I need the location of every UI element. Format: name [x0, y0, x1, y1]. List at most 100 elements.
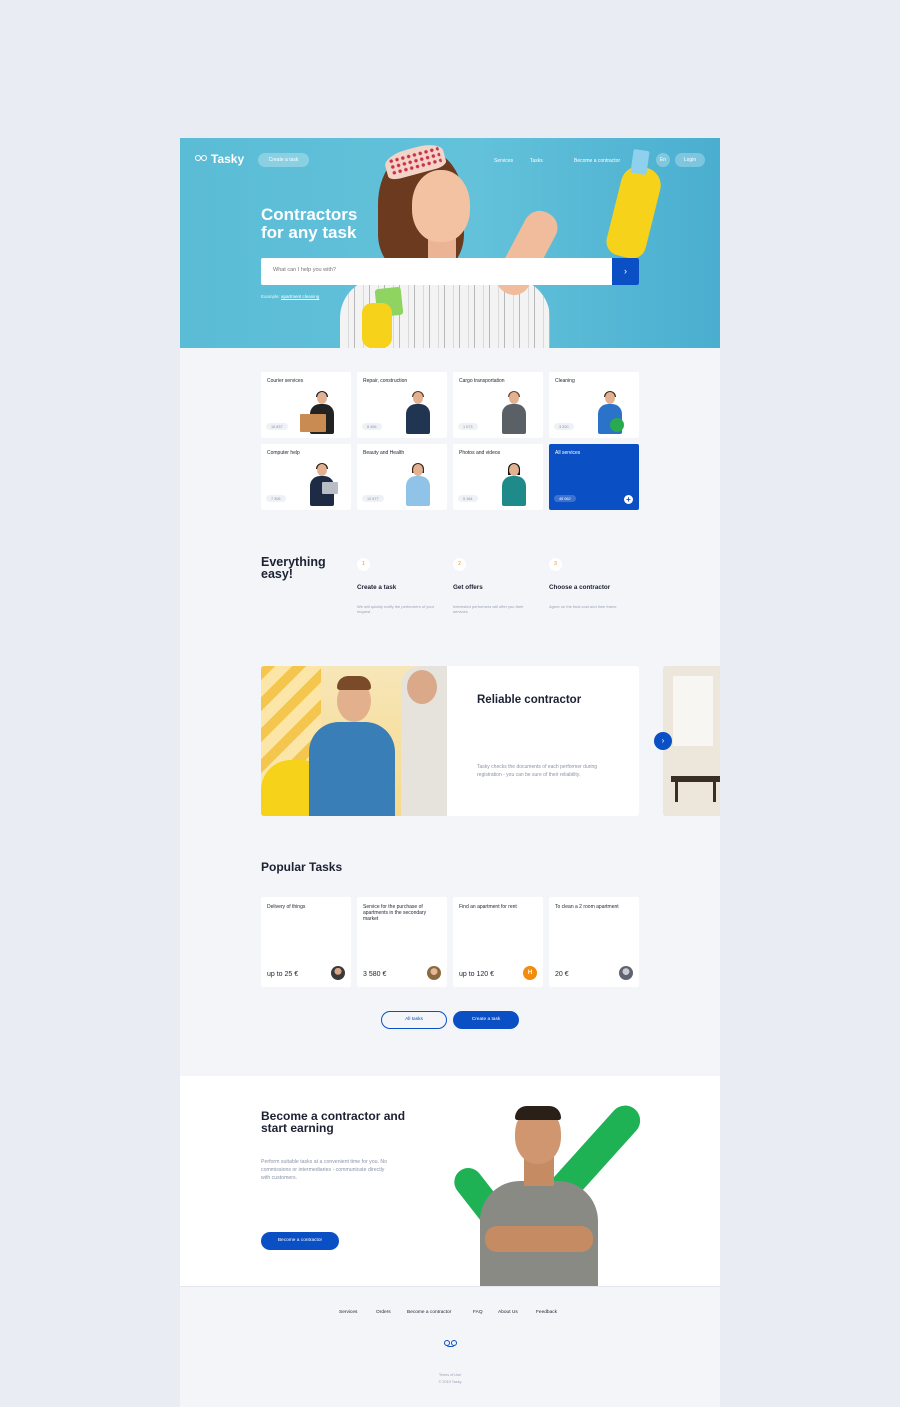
- reliable-title: Reliable contractor: [477, 694, 582, 706]
- example-link[interactable]: apartment cleaning: [281, 294, 319, 299]
- hero-woman-face: [412, 170, 470, 242]
- step-get-offers: 2 Get offers Interested performers will …: [453, 558, 533, 614]
- handshake-photo: [261, 666, 447, 816]
- category-label: Repair, construction: [363, 378, 408, 384]
- search-submit-button[interactable]: ›: [612, 258, 639, 285]
- become-contractor-section: Become a contractor and start earning Pe…: [180, 1076, 720, 1286]
- category-count: 8 456: [362, 423, 382, 430]
- step-title: Choose a contractor: [549, 584, 611, 591]
- search-input[interactable]: [273, 267, 593, 273]
- footer-link-feedback[interactable]: Feedback: [536, 1310, 557, 1315]
- step-description: Interested performers will offer you the…: [453, 604, 524, 614]
- task-price: 20 €: [555, 971, 569, 978]
- step-description: We will quickly notify the performers of…: [357, 604, 435, 614]
- nav-services[interactable]: Services: [494, 158, 513, 164]
- brand-logo[interactable]: Tasky: [195, 152, 244, 166]
- task-price: up to 120 €: [459, 971, 495, 978]
- login-button[interactable]: Login: [675, 153, 705, 167]
- category-label: Cleaning: [555, 378, 575, 384]
- hero-woman-arm: [490, 205, 564, 301]
- reliable-contractor-card: Reliable contractor Tasky checks the doc…: [261, 666, 639, 816]
- hero-title-line2: for any task: [261, 223, 357, 242]
- task-title: To clean a 2 room apartment: [555, 904, 619, 910]
- task-card[interactable]: To clean a 2 room apartment 20 €: [549, 897, 639, 987]
- hero: Tasky Create a task Services Tasks Becom…: [180, 138, 720, 348]
- create-task-button[interactable]: Create a task: [258, 153, 309, 167]
- computer-worker-image: [308, 463, 338, 506]
- task-card[interactable]: Service for the purchase of apartments i…: [357, 897, 447, 987]
- footer-link-faq[interactable]: FAQ: [473, 1310, 483, 1315]
- step-create-task: 1 Create a task We will quickly notify t…: [357, 558, 437, 614]
- tasky-logo-icon: [195, 154, 207, 164]
- task-card[interactable]: Find an apartment for rent up to 120 € H: [453, 897, 543, 987]
- become-text: Perform suitable tasks at a convenient t…: [261, 1159, 387, 1181]
- footer-link-about[interactable]: About Us: [498, 1310, 518, 1315]
- cargo-worker-image: [500, 391, 528, 434]
- task-card[interactable]: Delivery of things up to 25 €: [261, 897, 351, 987]
- terms-link[interactable]: Terms of Use: [180, 1373, 720, 1377]
- step-choose-contractor: 3 Choose a contractor Agree on the final…: [549, 558, 629, 609]
- category-count: 1 073: [458, 423, 478, 430]
- become-title: Become a contractor and start earning: [261, 1109, 406, 1135]
- carousel-next-button[interactable]: ›: [654, 732, 672, 750]
- footer-link-become-contractor[interactable]: Become a contractor: [407, 1310, 451, 1315]
- category-count: 3 200: [554, 423, 574, 430]
- task-price: up to 25 €: [267, 971, 299, 978]
- copyright: © 2019 Tasky: [438, 1380, 462, 1384]
- footer-link-services[interactable]: Services: [339, 1310, 357, 1315]
- hero-title-line1: Contractors: [261, 205, 358, 224]
- category-repair-construction[interactable]: Repair, construction 8 456: [357, 372, 447, 438]
- task-title: Find an apartment for rent: [459, 904, 517, 910]
- hero-sponge-right: [630, 149, 650, 175]
- category-label: All services: [555, 450, 581, 456]
- nav-become-contractor[interactable]: Become a contractor: [574, 158, 620, 164]
- create-task-button-secondary[interactable]: Create a task: [453, 1011, 519, 1029]
- step-title: Get offers: [453, 584, 483, 591]
- category-beauty-health[interactable]: Beauty and Health 12 677: [357, 444, 447, 510]
- example-prefix: Example:: [261, 294, 280, 299]
- category-label: Photos and videos: [459, 450, 501, 456]
- photo-worker-image: [500, 463, 528, 506]
- category-count: 7 306: [266, 495, 286, 502]
- language-switch[interactable]: En: [656, 153, 670, 167]
- category-label: Computer help: [267, 450, 300, 456]
- category-label: Beauty and Health: [363, 450, 405, 456]
- category-cleaning[interactable]: Cleaning 3 200: [549, 372, 639, 438]
- section-title-easy: Everything easy!: [261, 555, 326, 581]
- category-photos-videos[interactable]: Photos and videos 5 164: [453, 444, 543, 510]
- all-tasks-button[interactable]: All tasks: [381, 1011, 447, 1029]
- category-courier-services[interactable]: Courier services 16 837: [261, 372, 351, 438]
- chevron-right-icon: ›: [624, 266, 627, 276]
- plus-icon[interactable]: +: [624, 495, 633, 504]
- step-number: 1: [357, 558, 370, 571]
- brand-name: Tasky: [211, 152, 245, 166]
- hero-glove-left: [362, 303, 392, 348]
- hero-title: Contractors for any task: [261, 206, 401, 242]
- reliable-text: Tasky checks the documents of each perfo…: [477, 764, 598, 778]
- task-title: Delivery of things: [267, 904, 306, 910]
- category-computer-help[interactable]: Computer help 7 306: [261, 444, 351, 510]
- avatar: H: [523, 966, 537, 980]
- nav-tasks[interactable]: Tasks: [530, 158, 543, 164]
- step-title: Create a task: [357, 584, 397, 591]
- search-bar: ›: [261, 258, 639, 285]
- step-description: Agree on the final cost and time frame: [549, 604, 617, 609]
- become-contractor-button[interactable]: Become a contractor: [261, 1232, 339, 1250]
- beauty-worker-image: [404, 463, 432, 506]
- category-all-services[interactable]: All services 45 062 +: [549, 444, 639, 510]
- task-price: 3 580 €: [363, 971, 387, 978]
- hero-glove-right: [603, 162, 665, 262]
- tasky-logo-icon[interactable]: [444, 1339, 457, 1349]
- category-label: Courier services: [267, 378, 304, 384]
- repair-worker-image: [404, 391, 432, 434]
- footer: Services Orders Become a contractor FAQ …: [180, 1286, 720, 1407]
- task-title: Service for the purchase of apartments i…: [363, 904, 427, 922]
- category-label: Cargo transportation: [459, 378, 505, 384]
- footer-link-orders[interactable]: Orders: [376, 1310, 391, 1315]
- chevron-right-icon: ›: [661, 736, 665, 745]
- category-count: 5 164: [458, 495, 478, 502]
- step-number: 3: [549, 558, 562, 571]
- category-cargo-transportation[interactable]: Cargo transportation 1 073: [453, 372, 543, 438]
- search-example: Example: apartment cleaning: [261, 294, 319, 299]
- avatar: [331, 966, 345, 980]
